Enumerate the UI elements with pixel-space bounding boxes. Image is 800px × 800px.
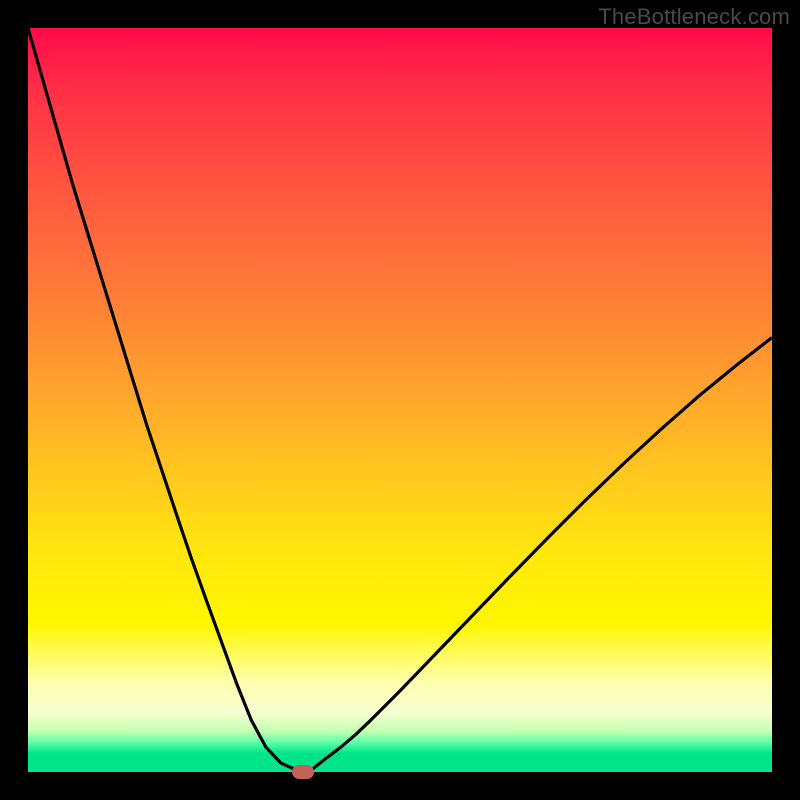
watermark-text: TheBottleneck.com [598, 4, 790, 30]
plot-area [28, 28, 772, 772]
bottleneck-curve [28, 28, 772, 772]
optimum-marker [292, 765, 314, 779]
chart-frame: TheBottleneck.com [0, 0, 800, 800]
